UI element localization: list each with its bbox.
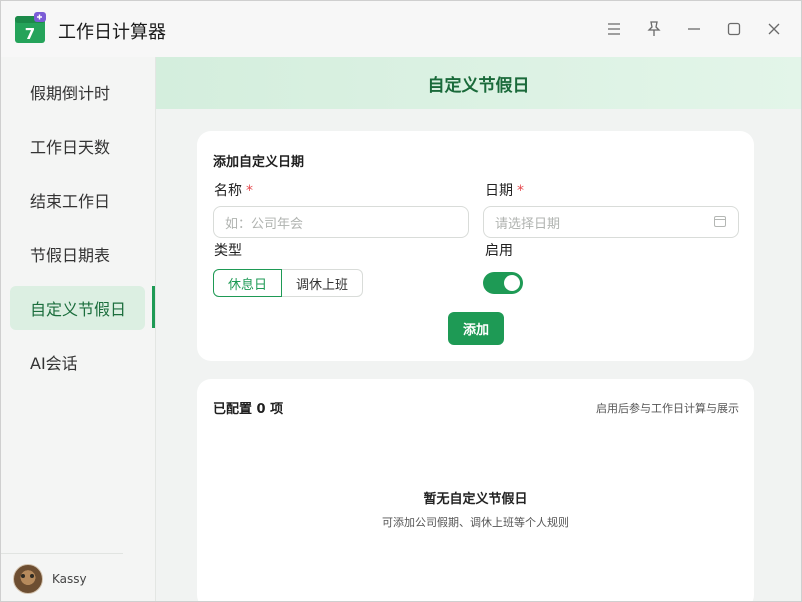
required-mark: * <box>517 183 524 199</box>
sidebar: 假期倒计时 工作日天数 结束工作日 节假日期表 自定义节假日 AI会话 Kass… <box>1 57 156 601</box>
type-label: 类型 <box>214 243 242 259</box>
user-profile[interactable]: Kassy <box>13 564 87 594</box>
maximize-icon[interactable] <box>722 17 746 41</box>
active-indicator <box>152 286 155 328</box>
sidebar-item-end-workday[interactable]: 结束工作日 <box>10 178 145 222</box>
close-icon[interactable] <box>762 17 786 41</box>
type-segmented-control: 休息日 调休上班 <box>213 269 364 297</box>
form-title: 添加自定义日期 <box>213 155 305 170</box>
sidebar-item-custom-holiday[interactable]: 自定义节假日 <box>10 286 145 330</box>
main-content: 自定义节假日 添加自定义日期 名称 * 如：公司年会 日期 * 请选择日期 类型 休… <box>156 57 801 601</box>
enable-toggle[interactable] <box>483 272 523 294</box>
empty-state-subtitle: 可添加公司假期、调休上班等个人规则 <box>382 516 569 529</box>
sidebar-item-holiday-table[interactable]: 节假日期表 <box>10 232 145 276</box>
sidebar-item-ai-chat[interactable]: AI会话 <box>10 340 145 384</box>
date-placeholder: 请选择日期 <box>495 216 561 232</box>
toggle-knob <box>504 275 520 291</box>
list-hint: 启用后参与工作日计算与展示 <box>596 402 739 415</box>
pin-icon[interactable] <box>642 17 666 41</box>
sidebar-item-holiday-countdown[interactable]: 假期倒计时 <box>10 70 145 114</box>
calendar-app-icon: 7 <box>15 12 46 43</box>
add-button[interactable]: 添加 <box>448 312 504 345</box>
type-option-makeup-workday[interactable]: 调休上班 <box>282 269 364 297</box>
name-label-text: 名称 <box>214 183 242 199</box>
user-name: Kassy <box>52 572 87 586</box>
calendar-icon[interactable] <box>714 216 726 227</box>
avatar <box>13 564 43 594</box>
add-date-card: 添加自定义日期 名称 * 如：公司年会 日期 * 请选择日期 类型 休息日 调休上班… <box>197 131 754 361</box>
enable-label: 启用 <box>485 243 513 259</box>
menu-icon[interactable] <box>602 17 626 41</box>
app-window: 7 工作日计算器 假期倒计时 工作日天数 结束工作日 节假日期表 自定义节假日 … <box>0 0 802 602</box>
required-mark: * <box>246 183 253 199</box>
date-picker[interactable]: 请选择日期 <box>483 206 739 238</box>
app-title: 工作日计算器 <box>58 22 166 43</box>
configured-count: 已配置 0 项 <box>213 402 284 417</box>
empty-state-title: 暂无自定义节假日 <box>423 492 528 507</box>
type-option-rest-day[interactable]: 休息日 <box>213 269 283 297</box>
name-input[interactable]: 如：公司年会 <box>213 206 469 238</box>
sidebar-divider <box>1 553 123 554</box>
page-title: 自定义节假日 <box>156 57 801 109</box>
date-label: 日期 * <box>485 180 524 200</box>
app-icon-number: 7 <box>25 25 35 43</box>
minimize-icon[interactable] <box>682 17 706 41</box>
name-placeholder: 如：公司年会 <box>225 216 304 232</box>
title-bar: 7 工作日计算器 <box>1 1 801 57</box>
date-label-text: 日期 <box>485 183 513 199</box>
sidebar-item-workday-count[interactable]: 工作日天数 <box>10 124 145 168</box>
name-label: 名称 * <box>214 180 253 200</box>
configured-list-card: 已配置 0 项 启用后参与工作日计算与展示 暂无自定义节假日 可添加公司假期、调… <box>197 379 754 601</box>
